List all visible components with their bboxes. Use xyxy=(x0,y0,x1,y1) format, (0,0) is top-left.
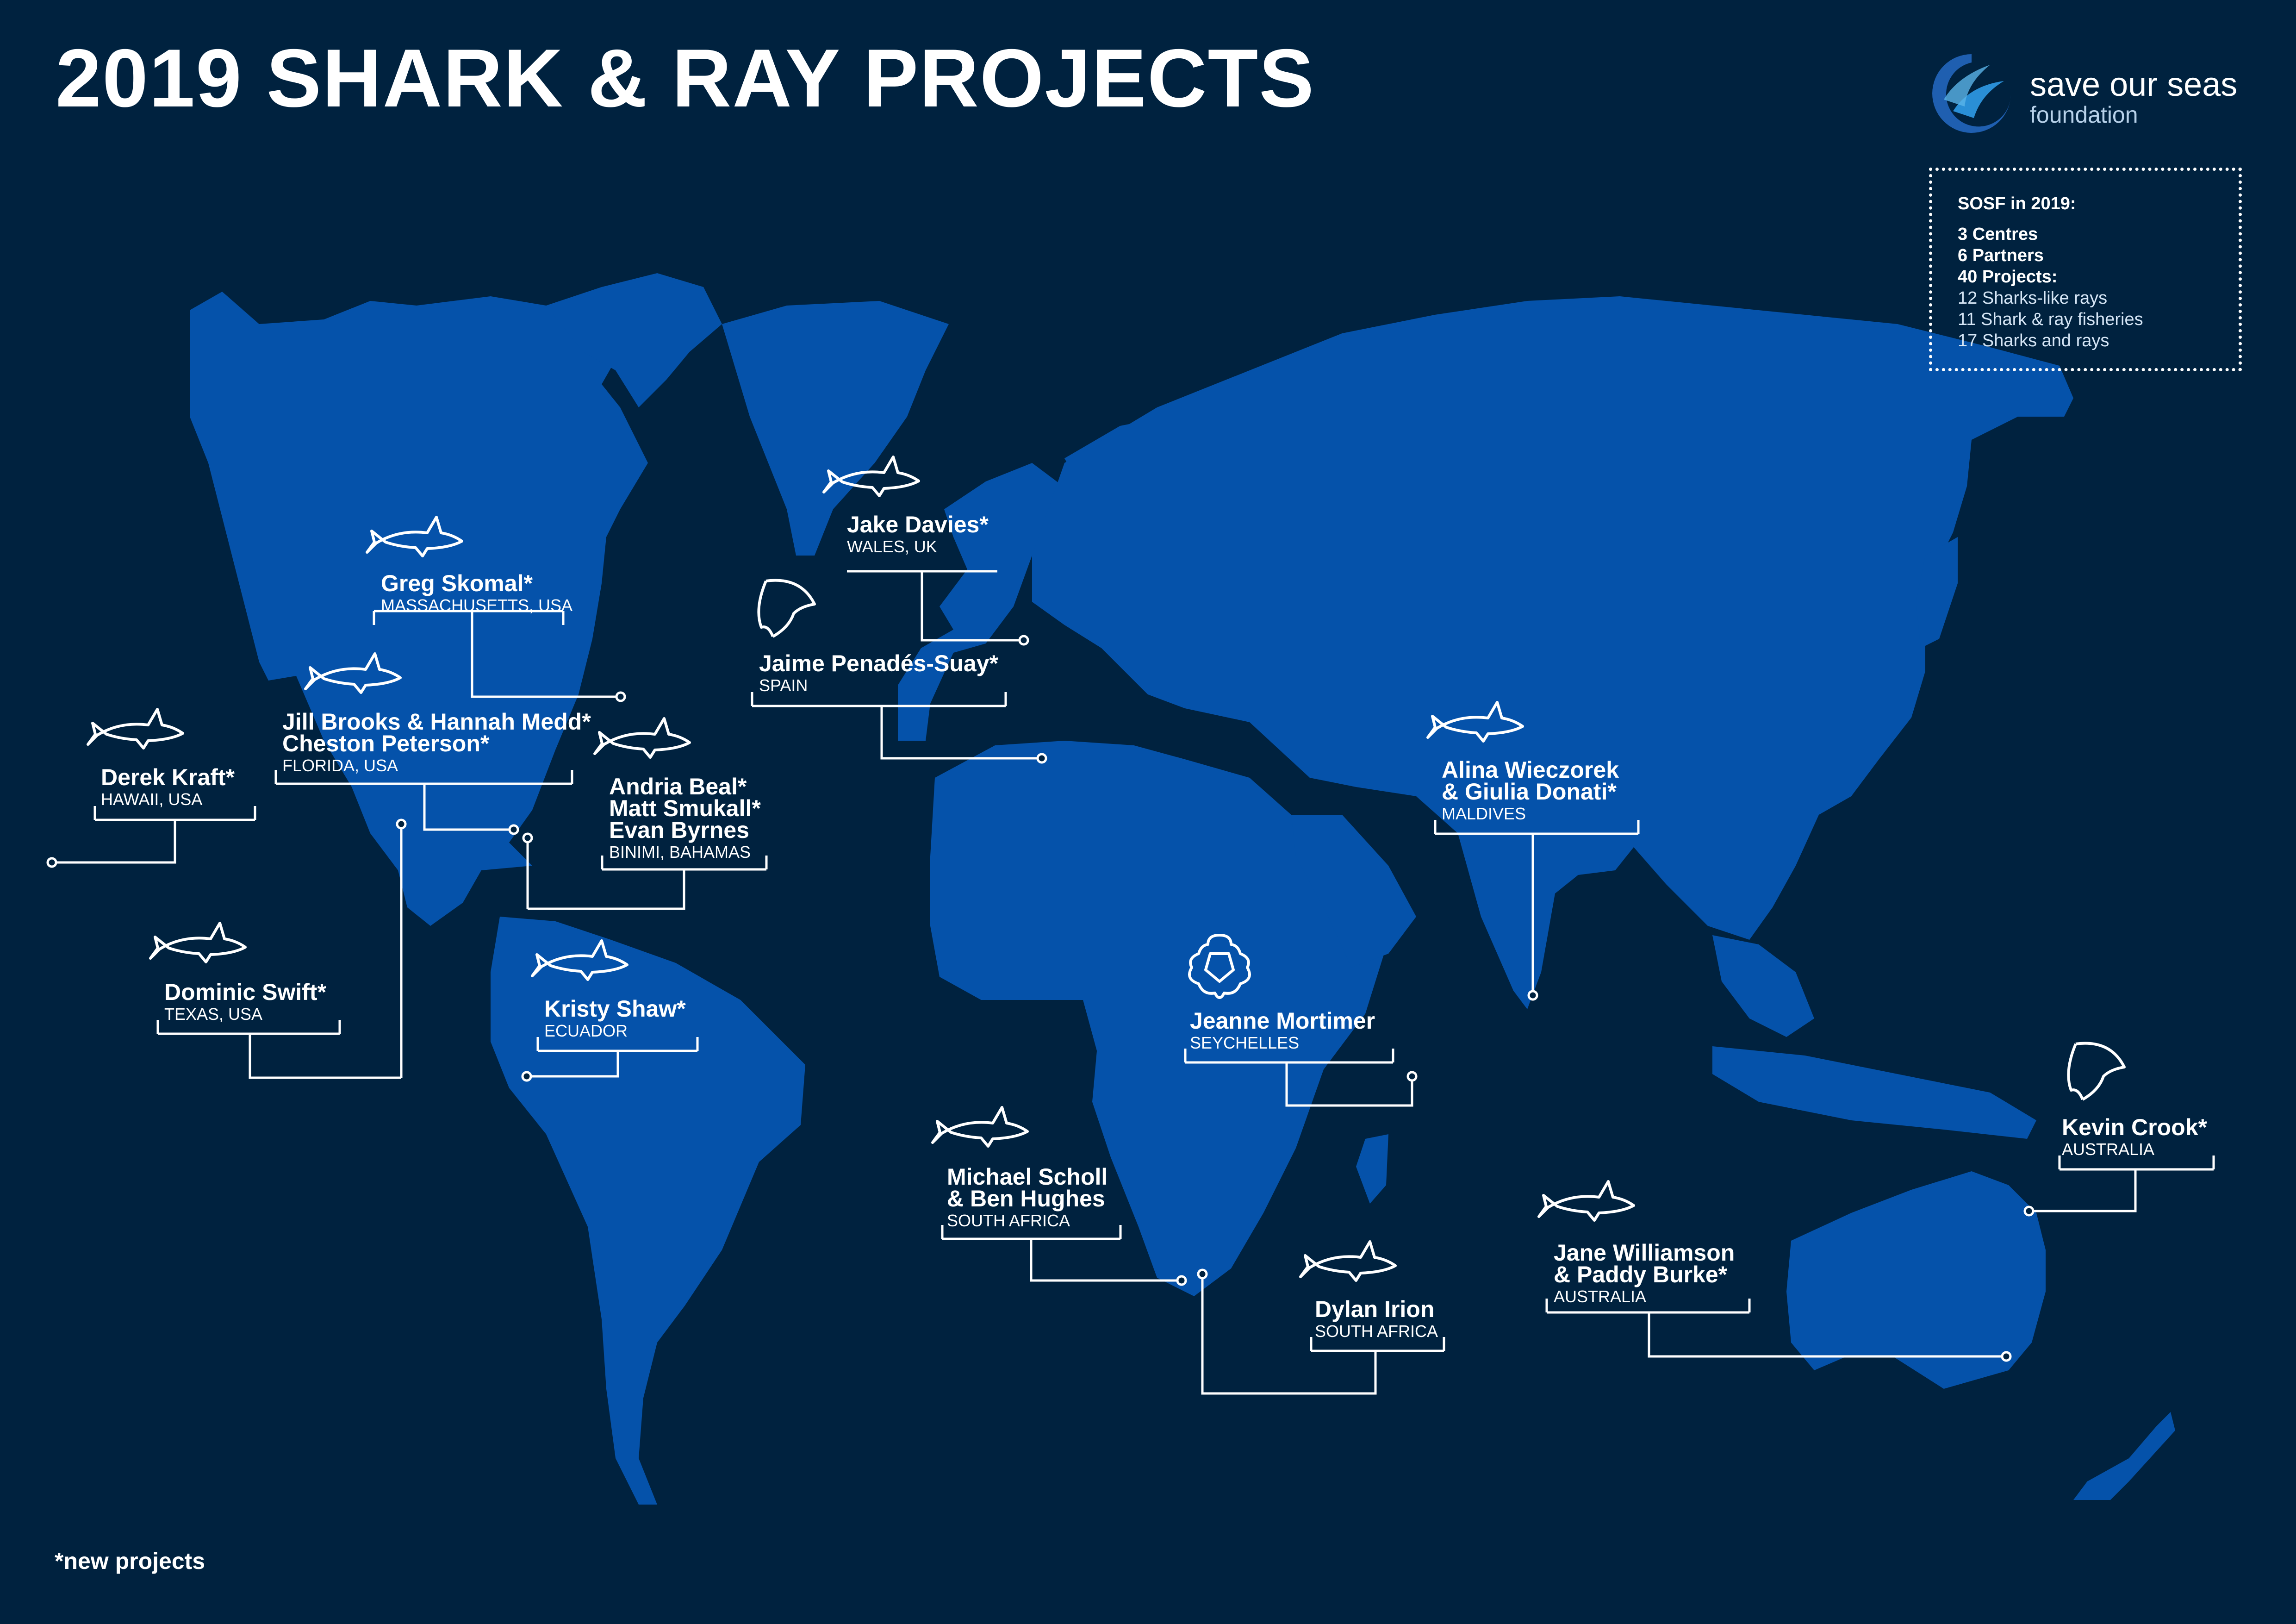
project-label: Greg Skomal* MASSACHUSETTS, USA xyxy=(381,570,573,615)
project-label: Kevin Crook* AUSTRALIA xyxy=(2062,1114,2207,1159)
project-name: Michael Scholl xyxy=(947,1164,1108,1190)
page-title: 2019 SHARK & RAY PROJECTS xyxy=(56,32,1315,124)
project-location: FLORIDA, USA xyxy=(282,756,398,775)
project-label: Andria Beal* Matt Smukall* Evan Byrnes B… xyxy=(609,774,761,862)
shark-icon xyxy=(87,708,184,750)
location-marker xyxy=(1036,753,1047,764)
project-name: Jaime Penadés-Suay* xyxy=(759,650,998,676)
location-marker xyxy=(522,832,533,843)
stats-heading: SOSF in 2019: xyxy=(1958,194,2076,213)
location-marker xyxy=(615,691,626,702)
leader-line xyxy=(2029,1169,2137,1212)
project-label: Jake Davies* WALES, UK xyxy=(847,512,989,556)
shark-icon xyxy=(1537,1180,1635,1222)
project-name: Jeanne Mortimer xyxy=(1190,1008,1375,1034)
logo-subtitle: foundation xyxy=(2030,102,2138,128)
shark-icon xyxy=(931,1106,1029,1148)
project-label: Jeanne Mortimer SEYCHELLES xyxy=(1190,1008,1375,1052)
project-label: Jane Williamson & Paddy Burke* AUSTRALIA xyxy=(1554,1240,1735,1306)
stats-line: 40 Projects: xyxy=(1958,267,2058,287)
shark-icon xyxy=(149,922,247,963)
project-name: & Ben Hughes xyxy=(947,1186,1105,1212)
location-marker xyxy=(1176,1275,1187,1286)
shark-icon xyxy=(593,717,691,759)
project-location: AUSTRALIA xyxy=(1554,1287,1647,1306)
new-zealand xyxy=(2073,1412,2175,1500)
project-location: SOUTH AFRICA xyxy=(1315,1322,1438,1341)
project-location: MALDIVES xyxy=(1442,804,1526,823)
location-marker xyxy=(1406,1071,1418,1082)
project-label: Michael Scholl & Ben Hughes SOUTH AFRICA xyxy=(947,1164,1108,1230)
location-marker xyxy=(46,857,57,868)
stats-line: 17 Sharks and rays xyxy=(1958,331,2109,350)
logo-name: save our seas xyxy=(2030,66,2238,103)
project-name: Dominic Swift* xyxy=(164,979,327,1005)
location-marker xyxy=(1197,1268,1208,1280)
project-name: Alina Wieczorek xyxy=(1442,757,1619,783)
project-location: MASSACHUSETTS, USA xyxy=(381,596,573,615)
project-label: Kristy Shaw* ECUADOR xyxy=(544,996,686,1040)
project-label: Dominic Swift* TEXAS, USA xyxy=(164,981,326,1024)
leader-line xyxy=(249,1034,401,1079)
project-name: Kevin Crook* xyxy=(2062,1114,2207,1140)
project-name: & Giulia Donati* xyxy=(1442,779,1617,805)
map-poster: 2019 SHARK & RAY PROJECTS save our seas … xyxy=(0,0,2296,1624)
project-location: WALES, UK xyxy=(847,537,937,556)
location-marker xyxy=(396,818,407,830)
location-marker xyxy=(2001,1351,2012,1362)
project-location: BINIMI, BAHAMAS xyxy=(609,843,751,862)
location-marker xyxy=(2023,1206,2035,1217)
indonesia xyxy=(1712,1046,2036,1139)
project-label: Dylan Irion SOUTH AFRICA xyxy=(1315,1296,1438,1341)
leader-line xyxy=(52,820,176,864)
landmasses xyxy=(190,273,2175,1505)
foundation-logo: save our seas foundation xyxy=(1925,49,2259,137)
location-marker xyxy=(521,1071,532,1082)
project-label: Jill Brooks & Hannah Medd* Cheston Peter… xyxy=(282,709,591,775)
project-location: SEYCHELLES xyxy=(1190,1033,1300,1052)
footnote: *new projects xyxy=(55,1548,205,1574)
project-name: Andria Beal* xyxy=(609,774,747,800)
stats-line: 11 Shark & ray fisheries xyxy=(1958,310,2143,329)
project-name: Evan Byrnes xyxy=(609,817,749,843)
project-name: Cheston Peterson* xyxy=(282,731,490,756)
project-label: Alina Wieczorek & Giulia Donati* MALDIVE… xyxy=(1442,757,1619,823)
project-location: AUSTRALIA xyxy=(2062,1140,2155,1159)
project-name: Jill Brooks & Hannah Medd* xyxy=(282,709,591,735)
stats-line: 3 Centres xyxy=(1958,225,2038,244)
location-marker xyxy=(1018,635,1029,646)
stats-line: 12 Sharks-like rays xyxy=(1958,288,2108,308)
ray-icon xyxy=(757,579,816,638)
project-location: HAWAII, USA xyxy=(101,790,203,809)
stats-line: 6 Partners xyxy=(1958,246,2044,265)
ray-icon xyxy=(2067,1042,2126,1101)
project-name: & Paddy Burke* xyxy=(1554,1262,1728,1287)
location-marker xyxy=(1527,990,1538,1001)
project-location: SPAIN xyxy=(759,676,808,695)
project-name: Dylan Irion xyxy=(1315,1296,1435,1322)
stats-box: SOSF in 2019: 3 Centres 6 Partners 40 Pr… xyxy=(1929,168,2242,371)
leader-line xyxy=(528,869,685,910)
shark-icon xyxy=(1299,1240,1397,1282)
project-name: Jake Davies* xyxy=(847,512,989,537)
project-name: Matt Smukall* xyxy=(609,795,761,821)
project-location: ECUADOR xyxy=(544,1021,628,1040)
madagascar xyxy=(1356,1134,1388,1204)
project-name: Jane Williamson xyxy=(1554,1240,1735,1266)
project-name: Greg Skomal* xyxy=(381,570,533,596)
project-name: Kristy Shaw* xyxy=(544,996,686,1022)
project-location: SOUTH AFRICA xyxy=(947,1211,1070,1230)
location-marker xyxy=(508,824,519,835)
project-label: Derek Kraft* HAWAII, USA xyxy=(101,764,235,809)
southeast-asia xyxy=(1712,935,1814,1037)
project-name: Derek Kraft* xyxy=(101,764,235,790)
wave-logo-icon xyxy=(1932,54,2011,133)
project-label: Jaime Penadés-Suay* SPAIN xyxy=(759,650,998,695)
project-location: TEXAS, USA xyxy=(164,1005,263,1024)
